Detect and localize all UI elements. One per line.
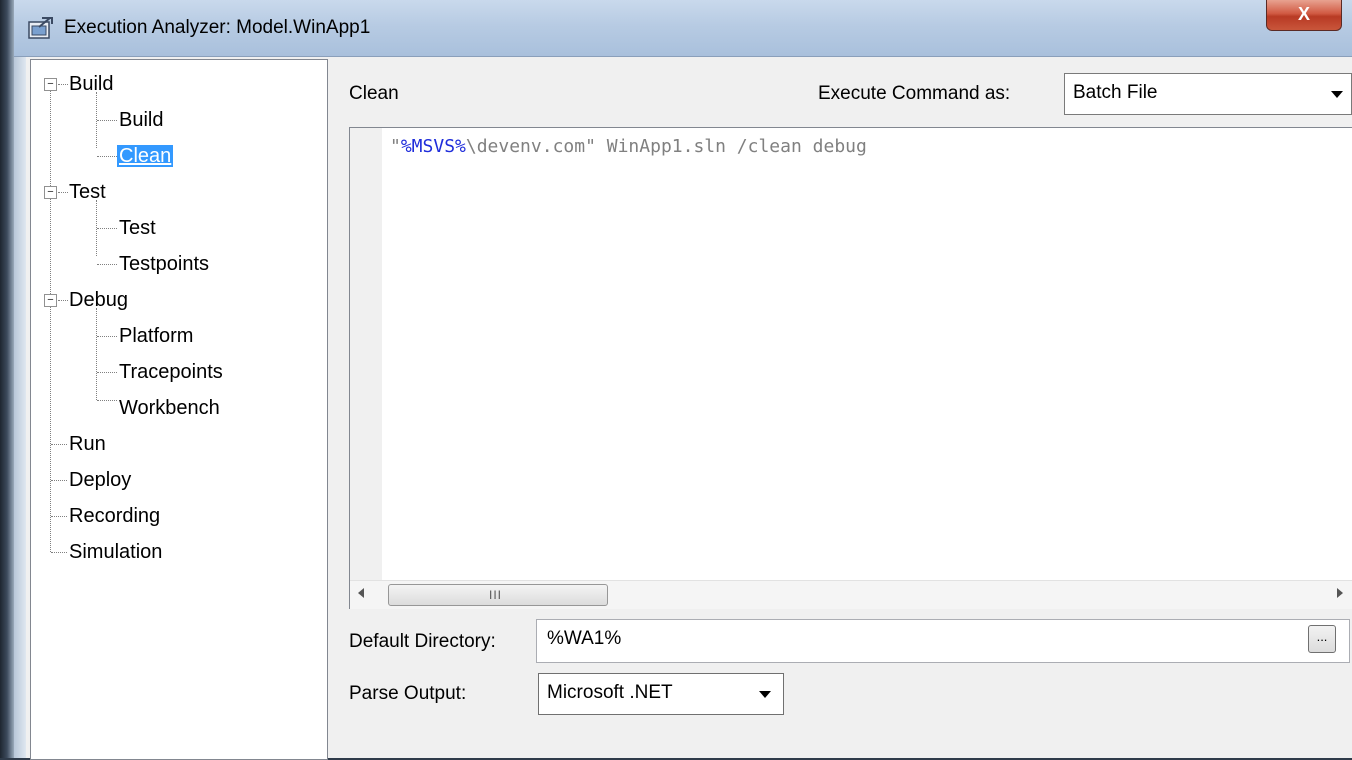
tree-item-label: Platform (119, 325, 194, 347)
tree-item-label: Tracepoints (119, 361, 223, 383)
tree-connector (97, 228, 117, 229)
code-text: \devenv.com" WinApp1.sln /clean debug (465, 136, 867, 157)
execution-analyzer-window: Execution Analyzer: Model.WinApp1 X − Bu… (14, 0, 1352, 760)
window-frame-left (14, 57, 26, 758)
tree-item-label: Test (69, 181, 106, 203)
code-quote: " (390, 136, 401, 157)
chevron-down-icon (1331, 91, 1343, 98)
background-window-edge (0, 0, 14, 758)
tree-connector (51, 516, 67, 517)
code-variable: %MSVS% (400, 136, 466, 157)
tree-item-workbench[interactable]: Workbench (119, 394, 220, 422)
chevron-down-icon (759, 691, 771, 698)
default-directory-label: Default Directory: (349, 631, 496, 652)
tree-item-recording[interactable]: Recording (69, 502, 160, 530)
scroll-right-icon[interactable] (1337, 588, 1343, 598)
tree-item-testpoints[interactable]: Testpoints (119, 250, 209, 278)
dialog-body: − Build Build Clean − Test Test Testpoin… (14, 57, 1352, 760)
tree-item-label: Build (119, 109, 164, 131)
tree-item-label: Simulation (69, 541, 163, 563)
scroll-left-icon[interactable] (358, 588, 364, 598)
collapse-debug-icon[interactable]: − (44, 294, 57, 307)
tree-connector (51, 552, 67, 553)
title-bar[interactable]: Execution Analyzer: Model.WinApp1 X (14, 0, 1352, 57)
tree-item-label: Debug (69, 289, 128, 311)
tree-connector (97, 264, 117, 265)
tree-debug-line (96, 308, 97, 400)
browse-button[interactable]: ... (1308, 625, 1336, 653)
tree-connector (58, 192, 68, 193)
collapse-build-icon[interactable]: − (44, 78, 57, 91)
tree-connector (97, 336, 117, 337)
command-tree[interactable]: − Build Build Clean − Test Test Testpoin… (30, 59, 328, 760)
tree-item-simulation[interactable]: Simulation (69, 538, 162, 566)
tree-item-label: Recording (69, 505, 161, 527)
tree-connector (97, 372, 117, 373)
close-button[interactable]: X (1266, 0, 1342, 31)
tree-item-label: Run (69, 433, 106, 455)
window-title: Execution Analyzer: Model.WinApp1 (64, 17, 371, 38)
execute-command-dropdown[interactable]: Batch File (1064, 73, 1352, 115)
tree-item-platform[interactable]: Platform (119, 322, 193, 350)
tree-item-build[interactable]: Build (119, 106, 163, 134)
tree-item-label: Build (69, 73, 114, 95)
tree-item-label: Workbench (119, 397, 220, 419)
grip-icon: III (489, 588, 503, 602)
tree-connector (58, 300, 68, 301)
execute-command-label: Execute Command as: (818, 83, 1011, 104)
execute-command-value: Batch File (1073, 82, 1158, 103)
horizontal-scrollbar[interactable]: III (350, 580, 1352, 609)
default-directory-input[interactable]: %WA1% (536, 619, 1350, 663)
collapse-test-icon[interactable]: − (44, 186, 57, 199)
tree-item-build-group[interactable]: Build (69, 70, 113, 98)
tree-item-run[interactable]: Run (69, 430, 106, 458)
tree-connector (51, 444, 67, 445)
editor-gutter (350, 128, 382, 580)
tree-item-tracepoints[interactable]: Tracepoints (119, 358, 223, 386)
tree-item-clean[interactable]: Clean (117, 142, 174, 170)
parse-output-dropdown[interactable]: Microsoft .NET (538, 673, 784, 715)
tree-item-label: Test (119, 217, 156, 239)
tree-connector (97, 400, 117, 401)
tree-item-label: Clean (117, 145, 174, 167)
parse-output-label: Parse Output: (349, 683, 467, 704)
tree-root-line (50, 84, 51, 552)
parse-output-value: Microsoft .NET (547, 682, 673, 703)
default-directory-value: %WA1% (547, 628, 622, 649)
tree-item-test[interactable]: Test (119, 214, 156, 242)
command-editor[interactable]: "%MSVS%\devenv.com" WinApp1.sln /clean d… (349, 127, 1352, 609)
tree-item-label: Deploy (69, 469, 132, 491)
tree-connector (97, 156, 117, 157)
tree-connector (97, 120, 117, 121)
tree-item-test-group[interactable]: Test (69, 178, 106, 206)
panel-heading: Clean (349, 83, 399, 104)
command-text: "%MSVS%\devenv.com" WinApp1.sln /clean d… (390, 136, 867, 157)
scrollbar-thumb[interactable]: III (388, 584, 608, 606)
tree-item-debug-group[interactable]: Debug (69, 286, 128, 314)
tree-connector (58, 84, 68, 85)
execution-analyzer-icon (28, 17, 53, 39)
tree-item-deploy[interactable]: Deploy (69, 466, 131, 494)
tree-connector (51, 480, 67, 481)
tree-item-label: Testpoints (119, 253, 210, 275)
